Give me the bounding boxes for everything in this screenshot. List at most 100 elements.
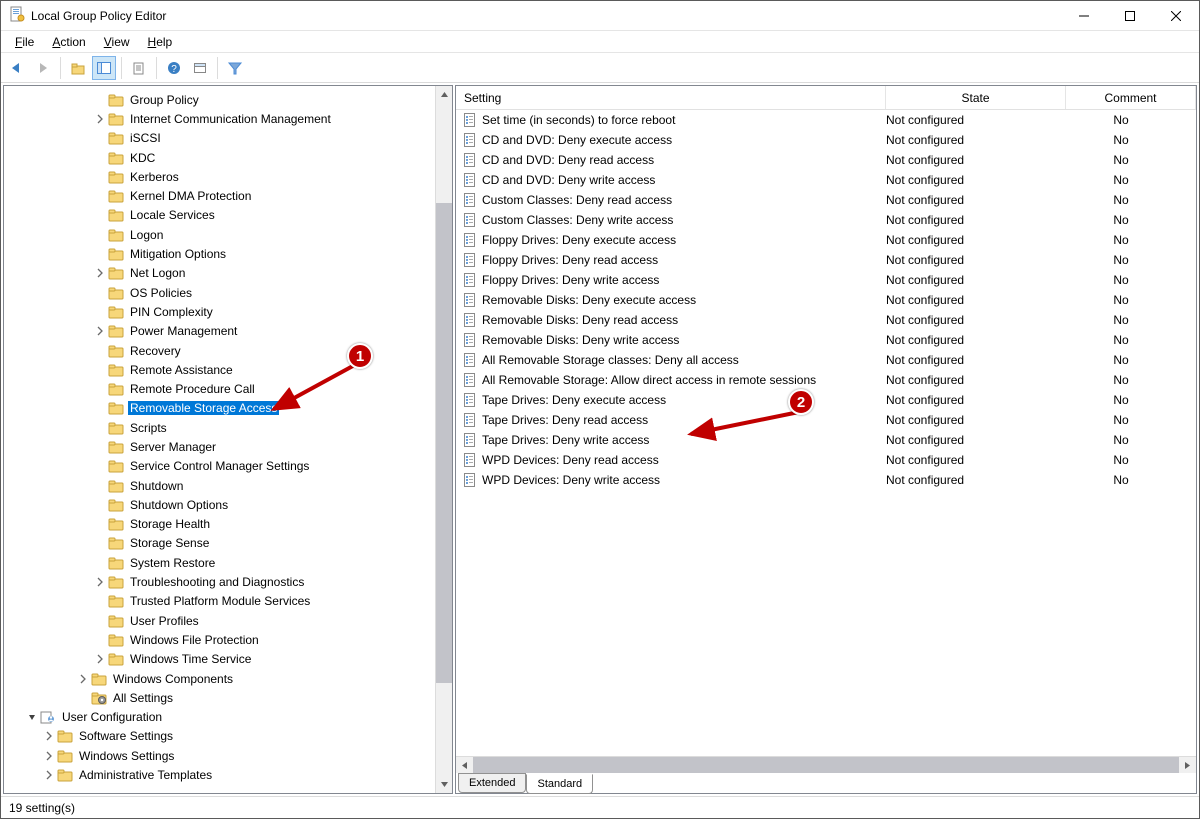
expander-icon[interactable] (93, 363, 106, 376)
list-hscrollbar[interactable] (456, 756, 1196, 773)
tree-item[interactable]: iSCSI (4, 129, 452, 148)
tree-item[interactable]: OS Policies (4, 283, 452, 302)
tree-item[interactable]: Power Management (4, 322, 452, 341)
tree-item[interactable]: User Configuration (4, 708, 452, 727)
show-hide-tree-button[interactable] (92, 56, 116, 80)
list-row[interactable]: Tape Drives: Deny write accessNot config… (456, 430, 1196, 450)
expander-icon[interactable] (93, 190, 106, 203)
tree-item[interactable]: Windows Settings (4, 746, 452, 765)
menu-help[interactable]: Help (140, 33, 181, 51)
list-row[interactable]: Tape Drives: Deny execute accessNot conf… (456, 390, 1196, 410)
scroll-right-icon[interactable] (1179, 757, 1196, 773)
tree-item[interactable]: Trusted Platform Module Services (4, 592, 452, 611)
list-row[interactable]: Floppy Drives: Deny execute accessNot co… (456, 230, 1196, 250)
scroll-left-icon[interactable] (456, 757, 473, 773)
menu-file[interactable]: File (7, 33, 42, 51)
tree-item[interactable]: All Settings (4, 688, 452, 707)
list-row[interactable]: WPD Devices: Deny read accessNot configu… (456, 450, 1196, 470)
list-row[interactable]: Set time (in seconds) to force rebootNot… (456, 110, 1196, 130)
tree-scrollbar[interactable] (435, 86, 452, 793)
expander-icon[interactable] (42, 730, 55, 743)
expander-icon[interactable] (93, 132, 106, 145)
expander-icon[interactable] (93, 383, 106, 396)
list-row[interactable]: Removable Disks: Deny write accessNot co… (456, 330, 1196, 350)
tree-item[interactable]: User Profiles (4, 611, 452, 630)
expander-icon[interactable] (76, 691, 89, 704)
minimize-button[interactable] (1061, 1, 1107, 31)
tree-item[interactable]: Kernel DMA Protection (4, 186, 452, 205)
list-header[interactable]: Setting State Comment (456, 86, 1196, 110)
tree-item[interactable]: Server Manager (4, 437, 452, 456)
tree-item[interactable]: System Restore (4, 553, 452, 572)
properties-button[interactable] (188, 56, 212, 80)
list-row[interactable]: CD and DVD: Deny write accessNot configu… (456, 170, 1196, 190)
list-row[interactable]: WPD Devices: Deny write accessNot config… (456, 470, 1196, 490)
expander-icon[interactable] (93, 151, 106, 164)
list-row[interactable]: Custom Classes: Deny read accessNot conf… (456, 190, 1196, 210)
tree-item[interactable]: Kerberos (4, 167, 452, 186)
expander-icon[interactable] (42, 769, 55, 782)
expander-icon[interactable] (93, 248, 106, 261)
list-row[interactable]: CD and DVD: Deny read accessNot configur… (456, 150, 1196, 170)
tree-item[interactable]: Storage Sense (4, 534, 452, 553)
expander-icon[interactable] (93, 479, 106, 492)
export-list-button[interactable] (127, 56, 151, 80)
tree-item[interactable]: Windows Time Service (4, 650, 452, 669)
expander-icon[interactable] (93, 595, 106, 608)
tree-item[interactable]: Shutdown Options (4, 495, 452, 514)
expander-icon[interactable] (93, 112, 106, 125)
scroll-thumb[interactable] (436, 203, 452, 683)
tree-item[interactable]: Remote Procedure Call (4, 379, 452, 398)
expander-icon[interactable] (93, 170, 106, 183)
tree-item[interactable]: Mitigation Options (4, 244, 452, 263)
hscroll-thumb[interactable] (473, 757, 1179, 773)
list-row[interactable]: Removable Disks: Deny read accessNot con… (456, 310, 1196, 330)
expander-icon[interactable] (93, 325, 106, 338)
tree-item[interactable]: Shutdown (4, 476, 452, 495)
column-setting[interactable]: Setting (456, 86, 886, 109)
scroll-up-icon[interactable] (436, 86, 452, 103)
expander-icon[interactable] (93, 576, 106, 589)
tree-item[interactable]: Troubleshooting and Diagnostics (4, 572, 452, 591)
tree-item[interactable]: Administrative Templates (4, 765, 452, 784)
tree-item[interactable]: Storage Health (4, 515, 452, 534)
tree-item[interactable]: PIN Complexity (4, 302, 452, 321)
title-bar[interactable]: Local Group Policy Editor (1, 1, 1199, 31)
expander-icon[interactable] (93, 537, 106, 550)
filter-button[interactable] (223, 56, 247, 80)
menu-view[interactable]: View (96, 33, 138, 51)
tree-item[interactable]: Group Policy (4, 90, 452, 109)
expander-icon[interactable] (93, 421, 106, 434)
tree-item[interactable]: Internet Communication Management (4, 109, 452, 128)
tree-item[interactable]: Service Control Manager Settings (4, 457, 452, 476)
expander-icon[interactable] (93, 653, 106, 666)
list-row[interactable]: All Removable Storage classes: Deny all … (456, 350, 1196, 370)
list-row[interactable]: CD and DVD: Deny execute accessNot confi… (456, 130, 1196, 150)
expander-icon[interactable] (93, 633, 106, 646)
tree-item[interactable]: Recovery (4, 341, 452, 360)
tree-item[interactable]: Windows Components (4, 669, 452, 688)
expander-icon[interactable] (93, 556, 106, 569)
tree-item[interactable]: Scripts (4, 418, 452, 437)
list-row[interactable]: Floppy Drives: Deny read accessNot confi… (456, 250, 1196, 270)
tree-item[interactable]: Remote Assistance (4, 360, 452, 379)
tree-item[interactable]: Net Logon (4, 264, 452, 283)
tree-item[interactable]: Software Settings (4, 727, 452, 746)
expander-icon[interactable] (93, 267, 106, 280)
expander-icon[interactable] (93, 344, 106, 357)
close-button[interactable] (1153, 1, 1199, 31)
expander-icon[interactable] (93, 614, 106, 627)
scroll-down-icon[interactable] (436, 776, 452, 793)
column-comment[interactable]: Comment (1066, 86, 1196, 109)
list-row[interactable]: Tape Drives: Deny read accessNot configu… (456, 410, 1196, 430)
tree-item[interactable]: Removable Storage Access (4, 399, 452, 418)
expander-icon[interactable] (42, 749, 55, 762)
help-button[interactable]: ? (162, 56, 186, 80)
expander-icon[interactable] (93, 460, 106, 473)
list-row[interactable]: All Removable Storage: Allow direct acce… (456, 370, 1196, 390)
expander-icon[interactable] (93, 305, 106, 318)
expander-icon[interactable] (93, 440, 106, 453)
maximize-button[interactable] (1107, 1, 1153, 31)
list-body[interactable]: Set time (in seconds) to force rebootNot… (456, 110, 1196, 793)
menu-action[interactable]: Action (44, 33, 93, 51)
